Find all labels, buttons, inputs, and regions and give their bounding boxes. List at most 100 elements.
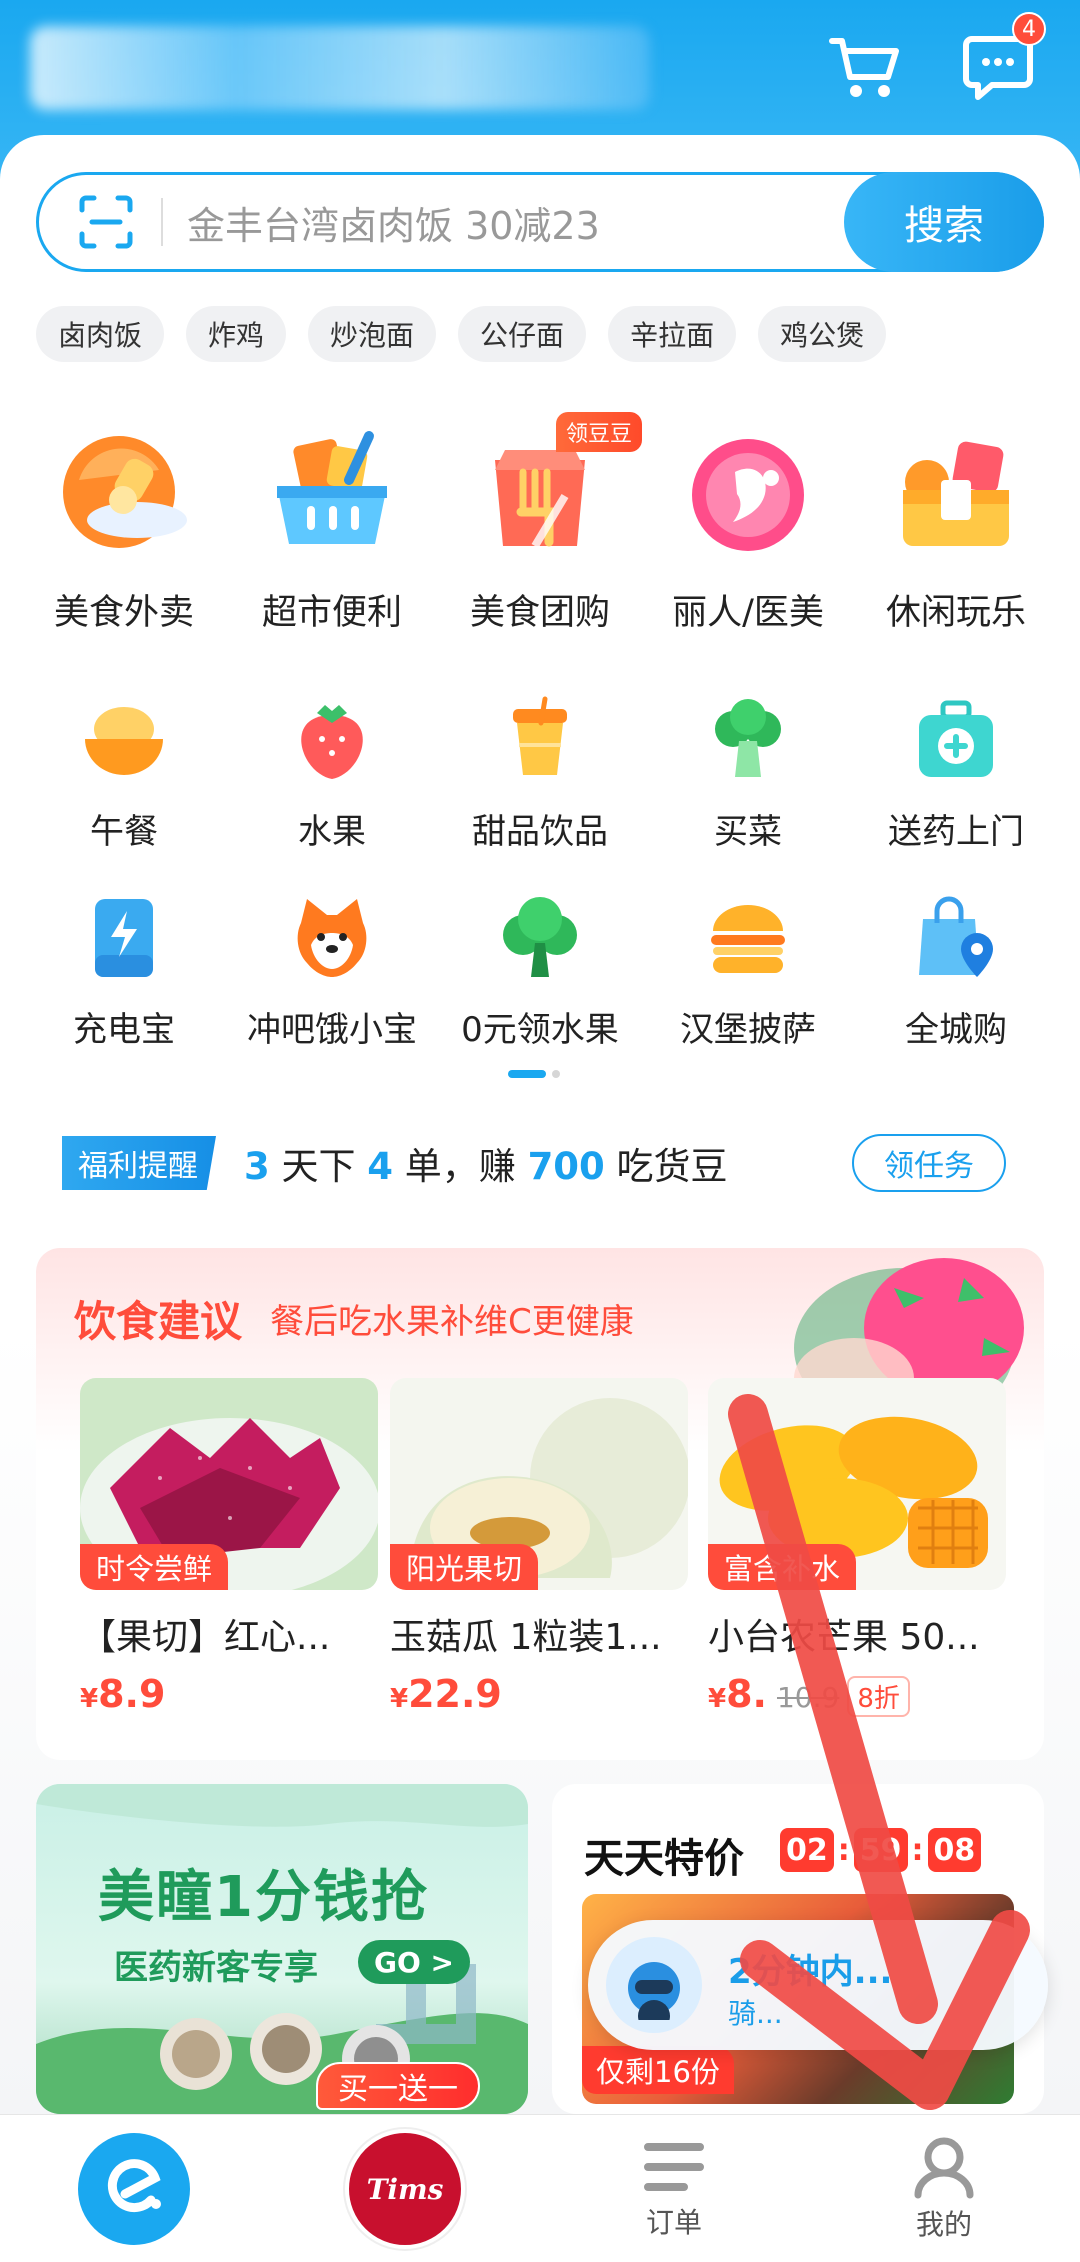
burger-icon <box>698 888 798 988</box>
product-badge: 阳光果切 <box>390 1544 539 1590</box>
category-label: 买菜 <box>714 812 782 852</box>
product-name: 小台农芒果 50... <box>708 1617 980 1658</box>
daily-deals-title: 天天特价 <box>584 1836 744 1882</box>
category-supermarket[interactable]: 超市便利 <box>228 420 436 635</box>
countdown-timer: 02: 59: 08 <box>780 1828 982 1872</box>
beauty-icon <box>673 420 823 570</box>
search-bar[interactable]: 金丰台湾卤肉饭 30减23 搜索 <box>36 172 1044 272</box>
category-row-2: 午餐 水果 甜品饮品 买菜 送药上门 <box>20 690 1060 853</box>
rice-bowl-icon <box>74 690 174 790</box>
hot-tag[interactable]: 鸡公煲 <box>758 306 887 362</box>
product-badge: 时令尝鲜 <box>80 1544 229 1590</box>
product-card[interactable]: 时令尝鲜 【果切】红心... ¥8.9 <box>80 1378 378 1716</box>
tab-tims[interactable]: Tims <box>297 2115 513 2262</box>
category-fruit[interactable]: 水果 <box>228 690 436 853</box>
buy-one-get-one-badge: 买一送一 <box>316 2062 480 2110</box>
product-card[interactable]: 阳光果切 玉菇瓜 1粒装1... ¥22.9 <box>390 1378 688 1716</box>
message-icon[interactable]: 4 <box>958 12 1046 108</box>
search-button[interactable]: 搜索 <box>844 172 1044 272</box>
category-group-buy[interactable]: 领豆豆 美食团购 <box>436 412 644 635</box>
product-name: 玉菇瓜 1粒装1... <box>390 1617 662 1658</box>
welfare-text: 3 天下 4 单，赚 700 吃货豆 <box>244 1145 728 1188</box>
category-power-bank[interactable]: 充电宝 <box>20 888 228 1051</box>
shopping-bag-location-icon <box>906 888 1006 988</box>
category-label: 丽人/医美 <box>672 593 824 633</box>
category-label: 美食外卖 <box>53 593 194 633</box>
hot-tag[interactable]: 炸鸡 <box>186 306 287 362</box>
category-chongba[interactable]: 冲吧饿小宝 <box>228 888 436 1051</box>
category-label: 超市便利 <box>261 593 402 633</box>
eleme-logo-icon <box>78 2133 190 2245</box>
drink-cup-icon <box>490 690 590 790</box>
tab-label: 订单 <box>645 2206 702 2239</box>
category-label: 全城购 <box>905 1010 1007 1050</box>
welfare-tag: 福利提醒 <box>62 1136 216 1190</box>
product-price: ¥8. 10.9 8折 <box>708 1672 1006 1717</box>
hot-tags: 卤肉饭 炸鸡 炒泡面 公仔面 辛拉面 鸡公煲 <box>36 306 887 362</box>
category-beauty[interactable]: 丽人/医美 <box>644 420 852 635</box>
category-label: 休闲玩乐 <box>885 593 1026 633</box>
medicine-kit-icon <box>906 690 1006 790</box>
category-label: 美食团购 <box>469 593 610 633</box>
category-free-fruit[interactable]: 0元领水果 <box>436 888 644 1051</box>
get-task-button[interactable]: 领任务 <box>852 1134 1006 1192</box>
tims-label: Tims <box>366 2172 444 2206</box>
power-bank-icon <box>74 888 174 988</box>
basket-icon <box>257 420 407 570</box>
welfare-banner[interactable]: 福利提醒 3 天下 4 单，赚 700 吃货豆 领任务 <box>36 1104 1044 1222</box>
location-blurred[interactable] <box>30 26 650 110</box>
bottom-tab-bar: Tims 订单 我的 <box>0 2114 1080 2262</box>
category-drinks[interactable]: 甜品饮品 <box>436 690 644 853</box>
rider-floating-tip[interactable]: 2分钟内... 骑... <box>588 1920 1048 2050</box>
hot-tag[interactable]: 辛拉面 <box>608 306 737 362</box>
category-leisure[interactable]: 休闲玩乐 <box>852 420 1060 635</box>
category-label: 甜品饮品 <box>472 812 608 852</box>
product-name: 【果切】红心... <box>80 1617 331 1658</box>
category-burger-pizza[interactable]: 汉堡披萨 <box>644 888 852 1051</box>
broccoli-icon <box>698 690 798 790</box>
category-label: 冲吧饿小宝 <box>247 1010 417 1050</box>
original-price: 10.9 <box>776 1681 840 1714</box>
product-card[interactable]: 富含补水 小台农芒果 50... ¥8. 10.9 8折 <box>708 1378 1006 1717</box>
message-badge: 4 <box>1012 12 1046 46</box>
product-image: 阳光果切 <box>390 1378 688 1590</box>
hot-tag[interactable]: 公仔面 <box>458 306 587 362</box>
go-button[interactable]: GO > <box>358 1940 470 1984</box>
category-food-delivery[interactable]: 美食外卖 <box>20 420 228 635</box>
category-citywide[interactable]: 全城购 <box>852 888 1060 1051</box>
category-label: 充电宝 <box>73 1010 175 1050</box>
promo-title: 美瞳1分钱抢 <box>98 1865 429 1930</box>
tab-home[interactable] <box>26 2115 242 2262</box>
category-label: 午餐 <box>90 812 158 852</box>
category-vegetables[interactable]: 买菜 <box>644 690 852 853</box>
category-lunch[interactable]: 午餐 <box>20 690 228 853</box>
scan-icon[interactable] <box>63 179 149 265</box>
product-price: ¥22.9 <box>390 1672 502 1716</box>
user-icon <box>914 2137 974 2199</box>
tab-orders[interactable]: 订单 <box>566 2115 782 2262</box>
rider-subtitle: 骑... <box>728 1997 783 2030</box>
category-row-3: 充电宝 冲吧饿小宝 0元领水果 汉堡披萨 全城购 <box>20 888 1060 1051</box>
page-indicator <box>508 1070 560 1078</box>
category-row-main: 美食外卖 超市便利 领豆豆 美食团购 丽人/医美 休闲玩乐 <box>20 412 1060 635</box>
stock-left-badge: 仅剩16份 <box>582 2046 734 2094</box>
category-label: 水果 <box>298 812 366 852</box>
category-label: 送药上门 <box>888 812 1024 852</box>
tims-logo-icon: Tims <box>345 2129 465 2249</box>
food-delivery-icon <box>49 420 199 570</box>
discount-tag: 8折 <box>847 1676 910 1717</box>
product-badge: 富含补水 <box>708 1544 857 1590</box>
hot-tag[interactable]: 炒泡面 <box>308 306 437 362</box>
category-medicine[interactable]: 送药上门 <box>852 690 1060 853</box>
product-image: 富含补水 <box>708 1378 1006 1590</box>
cart-icon[interactable] <box>826 28 906 108</box>
category-label: 0元领水果 <box>461 1010 619 1050</box>
strawberry-icon <box>282 690 382 790</box>
lingdoudou-tag: 领豆豆 <box>556 412 643 452</box>
diet-subtitle: 餐后吃水果补维C更健康 <box>270 1302 634 1342</box>
tab-mine[interactable]: 我的 <box>836 2115 1052 2262</box>
promo-subtitle: 医药新客专享 <box>114 1948 318 1988</box>
tree-icon <box>490 888 590 988</box>
rider-avatar-icon <box>606 1937 702 2033</box>
hot-tag[interactable]: 卤肉饭 <box>36 306 165 362</box>
